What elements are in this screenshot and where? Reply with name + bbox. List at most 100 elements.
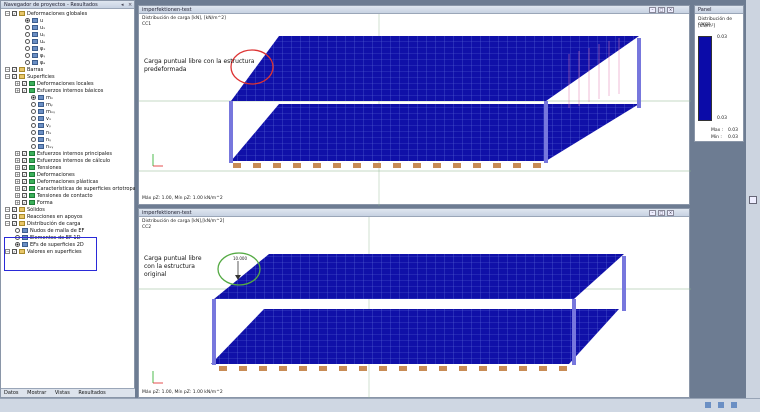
checkbox[interactable]: ✓ (22, 88, 27, 93)
tree-item[interactable]: − ✓ Sólidos (5, 207, 45, 214)
radio[interactable] (31, 137, 36, 142)
expand-icon[interactable]: + (15, 88, 20, 93)
checkbox[interactable]: ✓ (22, 151, 27, 156)
checkbox[interactable]: ✓ (12, 207, 17, 212)
close-icon[interactable]: × (128, 1, 132, 9)
view-window-top[interactable]: imperfektionen-test – □ × Distribución d… (138, 5, 691, 206)
expand-icon[interactable]: − (5, 11, 10, 16)
checkbox[interactable]: ✓ (22, 81, 27, 86)
tree-item[interactable]: + ✓ Esfuerzos internos principales (15, 151, 112, 158)
tree-item-label: nᵧ (46, 137, 52, 143)
tree-item[interactable]: + ✓ Tensiones de contacto (15, 193, 93, 200)
tree-item[interactable]: u (25, 18, 43, 25)
expand-icon[interactable]: + (15, 200, 20, 205)
radio[interactable] (25, 25, 30, 30)
tree-item[interactable]: − ✓ Superficies (5, 74, 55, 81)
radio[interactable] (25, 46, 30, 51)
result-tree: − ✓ Deformaciones globales u uₓ uᵧ uₔ φₓ φᵧ φₔ − ✓ B… (1, 9, 135, 389)
expand-icon[interactable]: − (5, 214, 10, 219)
checkbox[interactable]: ✓ (12, 74, 17, 79)
tab-data[interactable]: Datos (4, 390, 19, 396)
checkbox[interactable]: ✓ (22, 179, 27, 184)
tree-item[interactable]: uₓ (25, 25, 45, 32)
tree-item[interactable]: vᵧ (31, 123, 51, 130)
tree-item[interactable]: + ✓ Tensiones (15, 165, 61, 172)
radio[interactable] (31, 109, 36, 114)
tree-item[interactable]: + ✓ Esfuerzos internos básicos (15, 88, 103, 95)
tree-item-label: φₓ (40, 46, 46, 52)
checkbox[interactable]: ✓ (22, 172, 27, 177)
tree-item[interactable]: Nudos de malla de EF (15, 228, 84, 235)
tree-item[interactable]: + ✓ Deformaciones locales (15, 81, 94, 88)
tree-item[interactable]: − ✓ Barras (5, 67, 43, 74)
status-icon[interactable] (718, 402, 724, 408)
radio[interactable] (31, 102, 36, 107)
checkbox[interactable]: ✓ (22, 200, 27, 205)
tree-item[interactable]: + ✓ Deformaciones (15, 172, 75, 179)
radio[interactable] (31, 144, 36, 149)
expand-icon[interactable]: − (5, 221, 10, 226)
radio[interactable] (25, 60, 30, 65)
radio[interactable] (15, 228, 20, 233)
tree-item[interactable]: − ✓ Deformaciones globales (5, 11, 87, 18)
tree-item[interactable]: + ✓ Esfuerzos internos de cálculo (15, 158, 110, 165)
tree-item[interactable]: mₓ (31, 95, 53, 102)
zoom-icon[interactable] (749, 196, 757, 204)
radio[interactable] (25, 53, 30, 58)
tree-item[interactable]: nₓᵧ (31, 144, 53, 151)
checkbox[interactable]: ✓ (22, 186, 27, 191)
tree-item-label: Sólidos (27, 207, 45, 213)
supports (233, 163, 541, 168)
tree-item[interactable]: mᵧ (31, 102, 53, 109)
radio-selected[interactable] (31, 95, 36, 100)
checkbox[interactable]: ✓ (22, 193, 27, 198)
tree-item[interactable]: − ✓ Distribución de carga (5, 221, 80, 228)
tree-item[interactable]: + ✓ Deformaciones plásticas (15, 179, 98, 186)
expand-icon[interactable]: + (15, 165, 20, 170)
tree-item[interactable]: uᵧ (25, 32, 45, 39)
tab-display[interactable]: Mostrar (27, 390, 46, 396)
expand-icon[interactable]: + (15, 151, 20, 156)
tree-item[interactable]: + ✓ Forma (15, 200, 53, 207)
radio[interactable] (25, 32, 30, 37)
tree-item[interactable]: φᵧ (25, 53, 45, 60)
tree-item[interactable]: uₔ (25, 39, 45, 46)
expand-icon[interactable]: − (5, 67, 10, 72)
radio[interactable] (31, 123, 36, 128)
radio[interactable] (31, 116, 36, 121)
selection-highlight-box (4, 237, 97, 271)
checkbox[interactable]: ✓ (12, 67, 17, 72)
tree-item[interactable]: + ✓ Características de superficies ortotro… (15, 186, 135, 193)
expand-icon[interactable]: + (15, 81, 20, 86)
checkbox[interactable]: ✓ (12, 11, 17, 16)
tab-results[interactable]: Resultados (78, 390, 105, 396)
tree-item[interactable]: vₓ (31, 116, 51, 123)
radio[interactable] (25, 39, 30, 44)
tree-item[interactable]: − ✓ Reacciones en apoyos (5, 214, 83, 221)
radio-selected[interactable] (25, 18, 30, 23)
tree-item[interactable]: nₓ (31, 130, 51, 137)
model-render-top[interactable] (139, 6, 691, 206)
tree-item[interactable]: φₓ (25, 46, 46, 53)
checkbox[interactable]: ✓ (12, 221, 17, 226)
status-icon[interactable] (705, 402, 711, 408)
status-icon[interactable] (731, 402, 737, 408)
tree-item[interactable]: nᵧ (31, 137, 51, 144)
tab-views[interactable]: Vistas (55, 390, 70, 396)
pin-icon[interactable]: ◂ (121, 1, 124, 9)
checkbox[interactable]: ✓ (22, 158, 27, 163)
expand-icon[interactable]: − (5, 207, 10, 212)
radio[interactable] (31, 130, 36, 135)
expand-icon[interactable]: − (5, 74, 10, 79)
expand-icon[interactable]: + (15, 186, 20, 191)
expand-icon[interactable]: + (15, 193, 20, 198)
expand-icon[interactable]: + (15, 179, 20, 184)
tree-item[interactable]: mₓᵧ (31, 109, 55, 116)
checkbox[interactable]: ✓ (12, 214, 17, 219)
expand-icon[interactable]: + (15, 158, 20, 163)
checkbox[interactable]: ✓ (22, 165, 27, 170)
tree-item[interactable]: φₔ (25, 60, 45, 67)
view-window-bottom[interactable]: imperfektionen-test – □ × Distribución d… (138, 208, 691, 399)
model-render-bottom[interactable] (139, 209, 691, 399)
expand-icon[interactable]: + (15, 172, 20, 177)
